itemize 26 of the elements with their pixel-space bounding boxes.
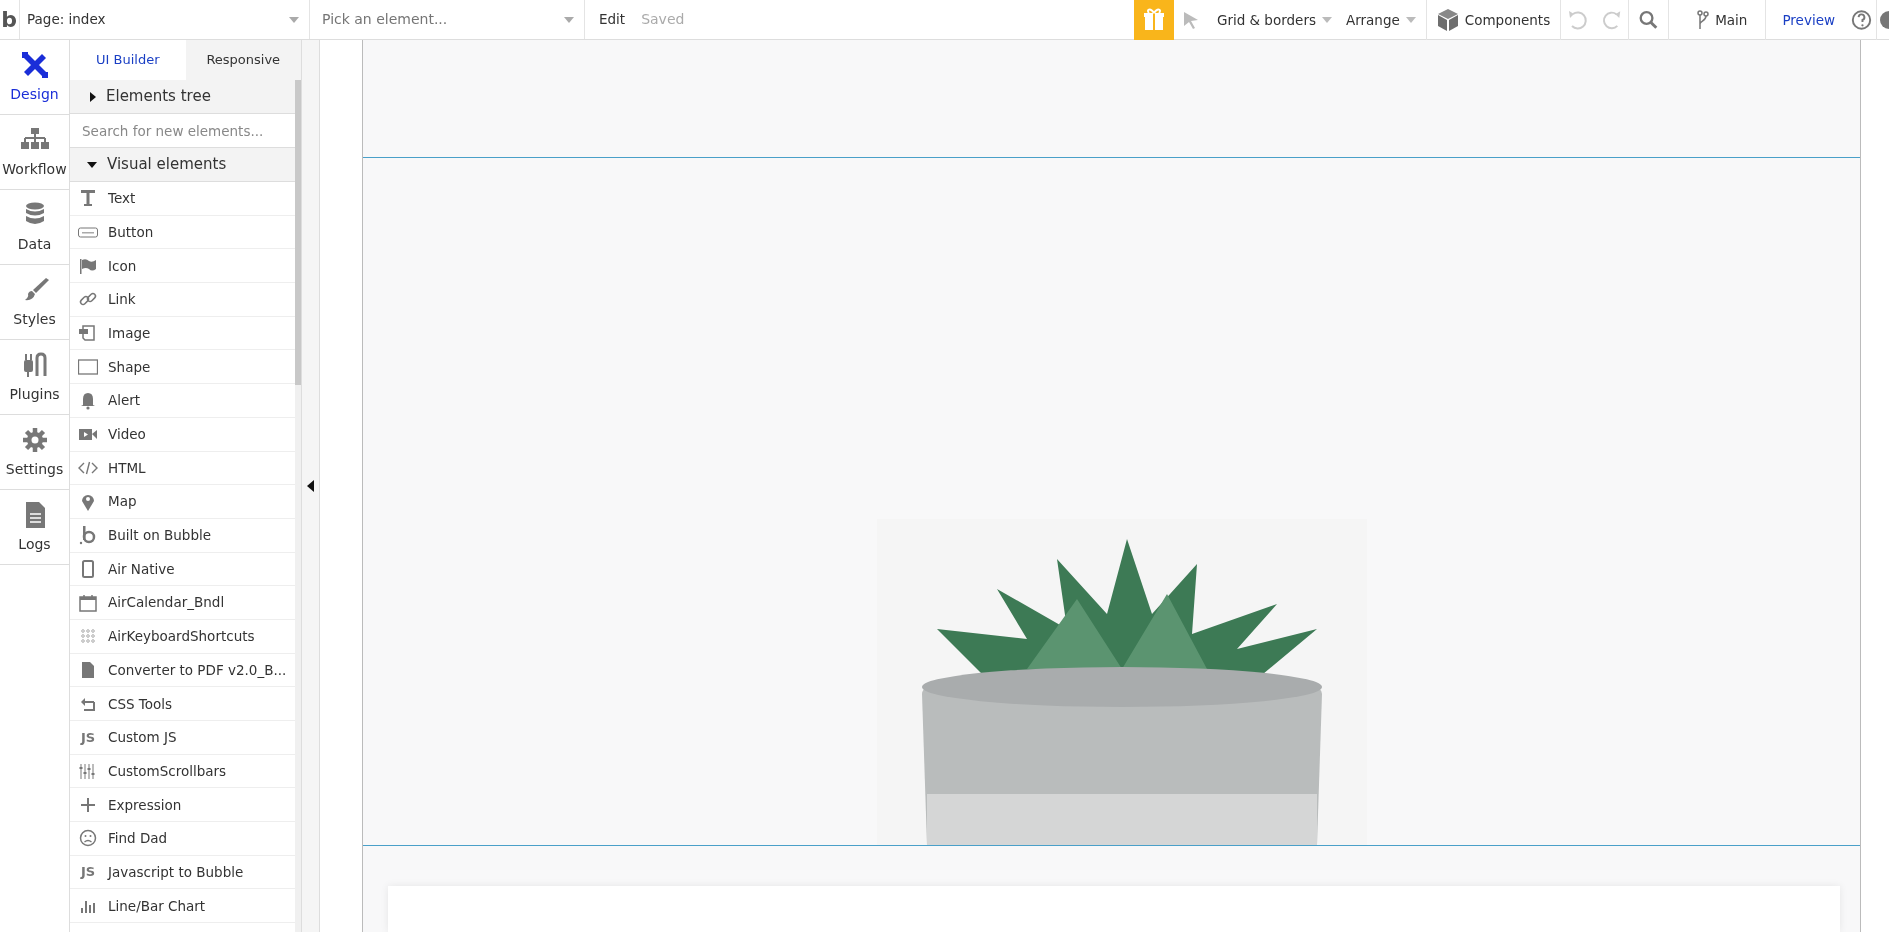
collapse-arrow-icon[interactable] (307, 480, 314, 492)
caret-down-icon (87, 161, 97, 168)
cube-icon (1436, 8, 1459, 32)
calendar-icon (78, 592, 98, 613)
scrollbar-thumb[interactable] (295, 80, 301, 385)
element-dropdown[interactable]: Pick an element... (320, 8, 540, 31)
section-header[interactable]: Elements tree (70, 80, 295, 114)
panel-tab[interactable]: Responsive (185, 40, 301, 80)
caret-right-icon (90, 91, 96, 102)
image-icon (78, 323, 98, 344)
js-icon: JS (78, 862, 98, 882)
js-icon: JS (78, 727, 98, 748)
bubble-logo-icon (78, 525, 98, 546)
grid-borders-menu[interactable]: Grid & borders (1209, 0, 1339, 40)
page-dropdown[interactable]: Page: index (20, 0, 309, 40)
save-status: Saved (641, 10, 685, 29)
text-icon (78, 188, 98, 209)
preview-link[interactable]: Preview (1766, 0, 1847, 40)
crossed-tools-icon (19, 49, 50, 80)
gift-icon[interactable] (1133, 0, 1174, 40)
section-header[interactable]: Visual elements (70, 148, 295, 182)
logo[interactable]: b (1, 8, 17, 31)
sliders-icon (78, 761, 98, 782)
edit-menu[interactable]: Edit (599, 0, 626, 40)
branch-icon (1697, 10, 1710, 30)
sad-face-icon (78, 828, 98, 849)
